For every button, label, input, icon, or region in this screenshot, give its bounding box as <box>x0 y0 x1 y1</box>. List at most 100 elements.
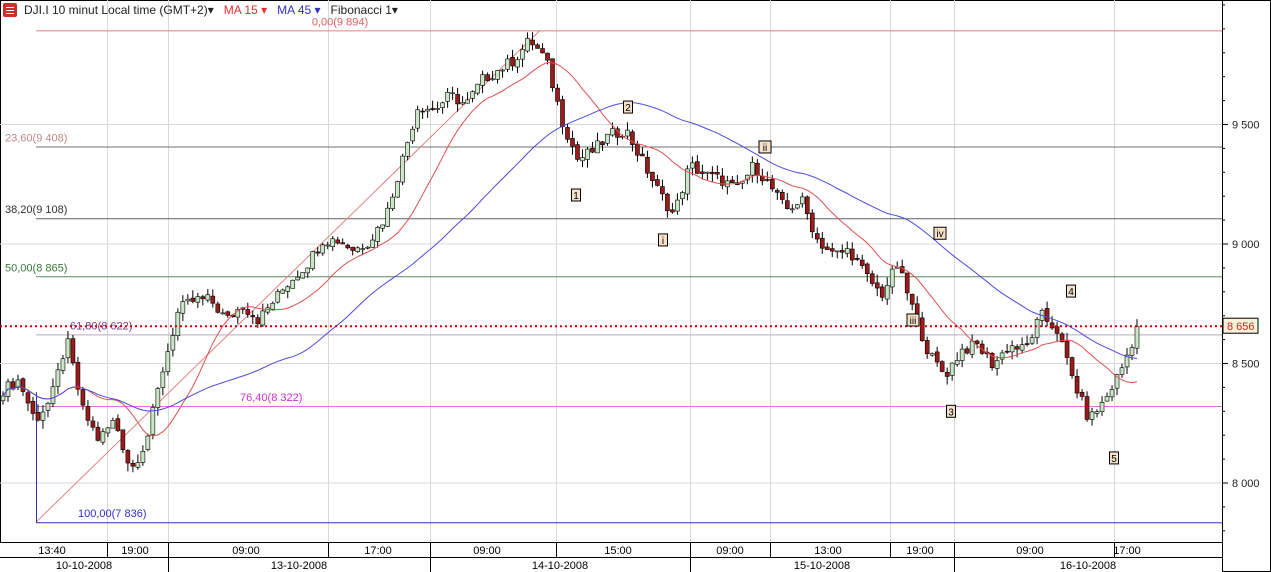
candle-body <box>310 251 316 269</box>
candle-body <box>625 129 630 137</box>
candle-body <box>290 279 296 289</box>
candle-body <box>255 317 261 325</box>
candle-body <box>565 127 570 140</box>
candle-body <box>715 172 720 175</box>
candle-body <box>770 179 775 190</box>
candle-body <box>710 171 715 175</box>
candle-body <box>430 108 435 110</box>
candle-body <box>405 142 410 157</box>
candle-body <box>809 212 815 233</box>
chart-header: DJI.I 10 minut Local time (GMT+2)▾ MA 15… <box>3 3 398 17</box>
candle-body <box>645 156 650 174</box>
candle-body <box>115 418 121 431</box>
candle-body <box>410 128 415 142</box>
candle-body <box>969 340 975 355</box>
time-label: 09:00 <box>716 545 744 557</box>
candle-body <box>640 153 645 157</box>
candle-body <box>315 251 321 254</box>
candle-body <box>140 451 146 463</box>
candle-body <box>485 74 490 82</box>
candle-body <box>165 351 171 372</box>
fib-label: 38,20(9 108) <box>5 204 67 216</box>
y-tick-label: 9 500 <box>1232 120 1260 132</box>
candle-body <box>510 57 515 67</box>
price-chart[interactable]: 9 500 9 000 8 500 8 000 0,00(9 894) 23,60(9 4… <box>0 0 1271 572</box>
wave-label: 5 <box>1111 454 1117 465</box>
candle-body <box>765 179 770 181</box>
candle-body <box>380 224 385 229</box>
time-label: 19:00 <box>121 545 149 557</box>
candle-body <box>360 248 365 250</box>
candle-body <box>605 133 610 144</box>
instrument-selector[interactable]: DJI.I 10 minut Local time (GMT+2)▾ <box>24 3 214 17</box>
ma45-indicator[interactable]: MA 45 ▾ <box>277 3 320 17</box>
candle-body <box>690 162 695 169</box>
date-label: 10-10-2008 <box>56 560 112 572</box>
candle-body <box>819 237 825 249</box>
candle-body <box>1009 345 1015 353</box>
candle-body <box>30 400 36 414</box>
fibonacci-indicator[interactable]: Fibonacci 1▾ <box>331 3 398 17</box>
candle-body <box>705 171 710 174</box>
candle-body <box>250 315 256 318</box>
candle-body <box>440 102 445 108</box>
y-tick-label: 9 000 <box>1232 239 1260 251</box>
candle-body <box>340 242 346 245</box>
time-label: 13:40 <box>38 545 66 557</box>
candle-body <box>300 272 306 279</box>
candle-body <box>580 157 585 162</box>
candle-body <box>929 353 935 356</box>
chart-menu-icon[interactable] <box>3 3 17 17</box>
candle-body <box>515 59 520 68</box>
candle-body <box>530 39 535 46</box>
ma15-indicator[interactable]: MA 15 ▾ <box>224 3 267 17</box>
candle-body <box>909 293 915 305</box>
candle-body <box>40 411 46 421</box>
candle-body <box>470 91 475 99</box>
candle-body <box>785 200 790 210</box>
date-label: 15-10-2008 <box>794 560 850 572</box>
candle-body <box>1134 325 1140 349</box>
candle-body <box>1129 347 1135 356</box>
candle-body <box>575 144 580 160</box>
candle-body <box>1029 337 1035 344</box>
date-label: 13-10-2008 <box>271 560 327 572</box>
candle-body <box>370 239 375 248</box>
candle-body <box>1079 391 1085 397</box>
candle-body <box>560 99 565 127</box>
candle-body <box>185 298 191 302</box>
candle-body <box>210 295 216 304</box>
candle-body <box>1024 343 1030 345</box>
candle-body <box>355 247 360 252</box>
date-label: 14-10-2008 <box>532 560 588 572</box>
candle-body <box>345 244 350 249</box>
candle-body <box>555 87 560 102</box>
candle-body <box>974 340 980 344</box>
candle-body <box>25 392 31 404</box>
candle-body <box>180 301 186 314</box>
candle-body <box>775 190 780 193</box>
candle-body <box>585 148 590 160</box>
candle-body <box>480 74 485 86</box>
time-label: 15:00 <box>604 545 632 557</box>
candle-body <box>195 296 201 303</box>
wave-label: 3 <box>948 407 954 418</box>
candle-body <box>590 148 595 153</box>
candle-body <box>305 267 311 274</box>
candle-body <box>545 52 550 61</box>
candle-body <box>944 371 950 377</box>
time-label: 17:00 <box>1113 545 1141 557</box>
candle-body <box>904 272 910 294</box>
candle-body <box>465 99 470 104</box>
candle-body <box>595 140 600 154</box>
candle-body <box>854 258 860 260</box>
candle-body <box>95 426 101 441</box>
candle-body <box>50 386 56 404</box>
candle-body <box>610 128 615 136</box>
candle-body <box>435 108 440 110</box>
candle-body <box>1094 411 1100 414</box>
candle-body <box>934 351 940 363</box>
candle-body <box>130 463 136 467</box>
candle-body <box>90 420 96 428</box>
time-label: 09:00 <box>232 545 260 557</box>
